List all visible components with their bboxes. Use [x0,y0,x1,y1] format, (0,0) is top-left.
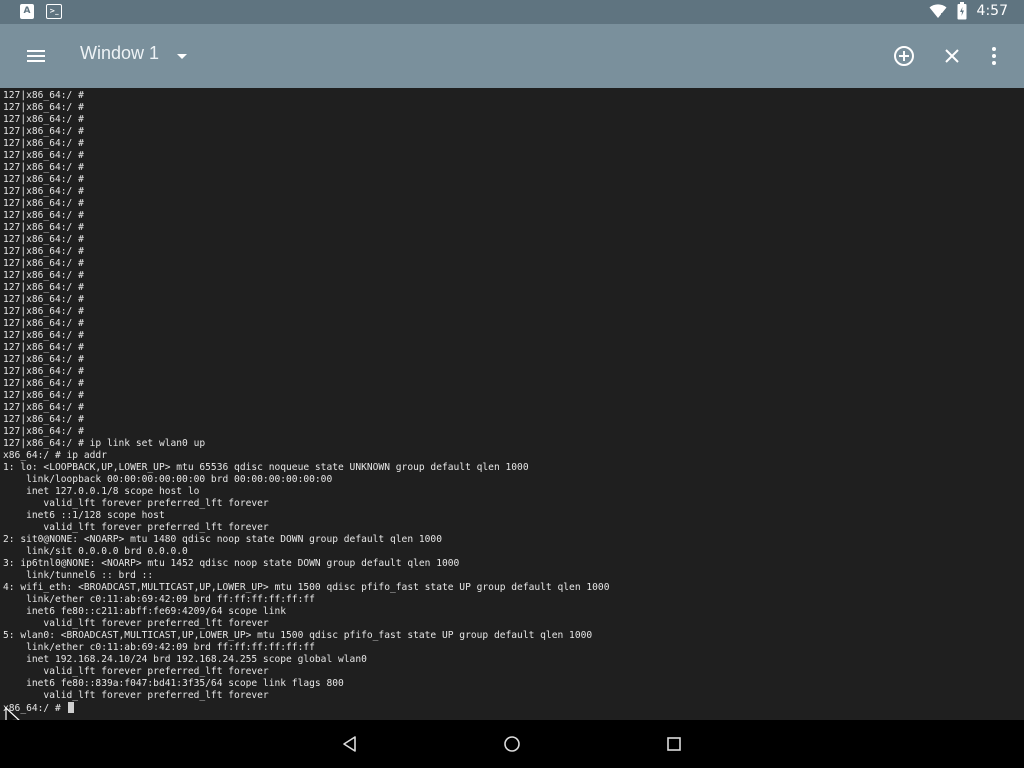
recents-icon[interactable] [664,734,684,754]
close-window-icon[interactable] [940,44,964,68]
navigation-bar [0,720,1024,768]
terminal-line: 127|x86_64:/ # [3,90,84,101]
status-bar-right-icons: ! 4:57 [929,2,1008,20]
terminal-line: 127|x86_64:/ # [3,378,84,389]
terminal-line: 127|x86_64:/ # [3,402,84,413]
window-title[interactable]: Window 1 [80,43,159,64]
terminal-line: 127|x86_64:/ # [3,126,84,137]
terminal-line: inet 192.168.24.10/24 brd 192.168.24.255… [3,654,367,665]
terminal-line: 3: ip6tnl0@NONE: <NOARP> mtu 1452 qdisc … [3,558,460,569]
terminal-line: 127|x86_64:/ # [3,102,84,113]
terminal-prompt-line[interactable]: x86_64:/ # [3,702,609,714]
terminal-line: 127|x86_64:/ # [3,186,84,197]
battery-icon [957,2,967,20]
terminal-line: 127|x86_64:/ # [3,318,84,329]
terminal-line: 127|x86_64:/ # [3,354,84,365]
terminal-line: 127|x86_64:/ # [3,150,84,161]
terminal-line: inet6 fe80::839a:f047:bd41:3f35/64 scope… [3,678,344,689]
text-cursor [67,702,74,713]
terminal-line: 127|x86_64:/ # [3,174,84,185]
terminal-line: link/tunnel6 :: brd :: [3,570,154,581]
terminal-view[interactable]: 127|x86_64:/ #127|x86_64:/ #127|x86_64:/… [0,88,1024,720]
terminal-line: 127|x86_64:/ # [3,114,84,125]
terminal-line: 127|x86_64:/ # [3,282,84,293]
terminal-line: 127|x86_64:/ # [3,246,84,257]
home-icon[interactable] [502,734,522,754]
terminal-notification-icon: >_ [46,4,62,19]
terminal-line: 127|x86_64:/ # [3,426,84,437]
terminal-line: 4: wifi_eth: <BROADCAST,MULTICAST,UP,LOW… [3,582,610,593]
back-icon[interactable] [340,734,360,754]
more-options-icon[interactable] [982,44,1006,68]
status-bar: A >_ ! 4:57 [0,0,1024,24]
app-bar: Window 1 [0,24,1024,88]
terminal-line: link/ether c0:11:ab:69:42:09 brd ff:ff:f… [3,594,315,605]
terminal-line: 2: sit0@NONE: <NOARP> mtu 1480 qdisc noo… [3,534,442,545]
terminal-line: inet 127.0.0.1/8 scope host lo [3,486,200,497]
terminal-line: 127|x86_64:/ # [3,414,84,425]
menu-icon[interactable] [24,44,48,68]
terminal-line: 127|x86_64:/ # [3,342,84,353]
terminal-line: 127|x86_64:/ # [3,294,84,305]
terminal-line: x86_64:/ # ip addr [3,450,107,461]
terminal-line: 1: lo: <LOOPBACK,UP,LOWER_UP> mtu 65536 … [3,462,529,473]
terminal-line: valid_lft forever preferred_lft forever [3,666,269,677]
terminal-line: 127|x86_64:/ # [3,198,84,209]
terminal-line: link/loopback 00:00:00:00:00:00 brd 00:0… [3,474,333,485]
terminal-line: inet6 fe80::c211:abff:fe69:4209/64 scope… [3,606,287,617]
terminal-line: link/sit 0.0.0.0 brd 0.0.0.0 [3,546,188,557]
add-window-icon[interactable] [892,44,916,68]
terminal-line: 127|x86_64:/ # [3,270,84,281]
terminal-line: 127|x86_64:/ # ip link set wlan0 up [3,438,206,449]
terminal-line: 127|x86_64:/ # [3,330,84,341]
terminal-line: 127|x86_64:/ # [3,390,84,401]
terminal-line: link/ether c0:11:ab:69:42:09 brd ff:ff:f… [3,642,315,653]
terminal-line: valid_lft forever preferred_lft forever [3,522,269,533]
svg-text:!: ! [940,12,943,19]
terminal-line: 127|x86_64:/ # [3,222,84,233]
terminal-line: 5: wlan0: <BROADCAST,MULTICAST,UP,LOWER_… [3,630,593,641]
dropdown-arrow-icon[interactable] [172,46,192,66]
terminal-output: 127|x86_64:/ #127|x86_64:/ #127|x86_64:/… [3,90,609,714]
terminal-line: 127|x86_64:/ # [3,138,84,149]
terminal-line: 127|x86_64:/ # [3,306,84,317]
terminal-line: 127|x86_64:/ # [3,210,84,221]
terminal-line: valid_lft forever preferred_lft forever [3,498,269,509]
wifi-icon: ! [929,4,947,19]
terminal-line: 127|x86_64:/ # [3,234,84,245]
a-notification-icon: A [20,4,34,19]
status-bar-left-icons: A >_ [20,4,62,19]
terminal-line: inet6 ::1/128 scope host [3,510,165,521]
terminal-line: 127|x86_64:/ # [3,366,84,377]
terminal-line: 127|x86_64:/ # [3,258,84,269]
terminal-line: valid_lft forever preferred_lft forever [3,690,269,701]
status-time: 4:57 [976,3,1008,19]
terminal-line: valid_lft forever preferred_lft forever [3,618,269,629]
terminal-line: 127|x86_64:/ # [3,162,84,173]
